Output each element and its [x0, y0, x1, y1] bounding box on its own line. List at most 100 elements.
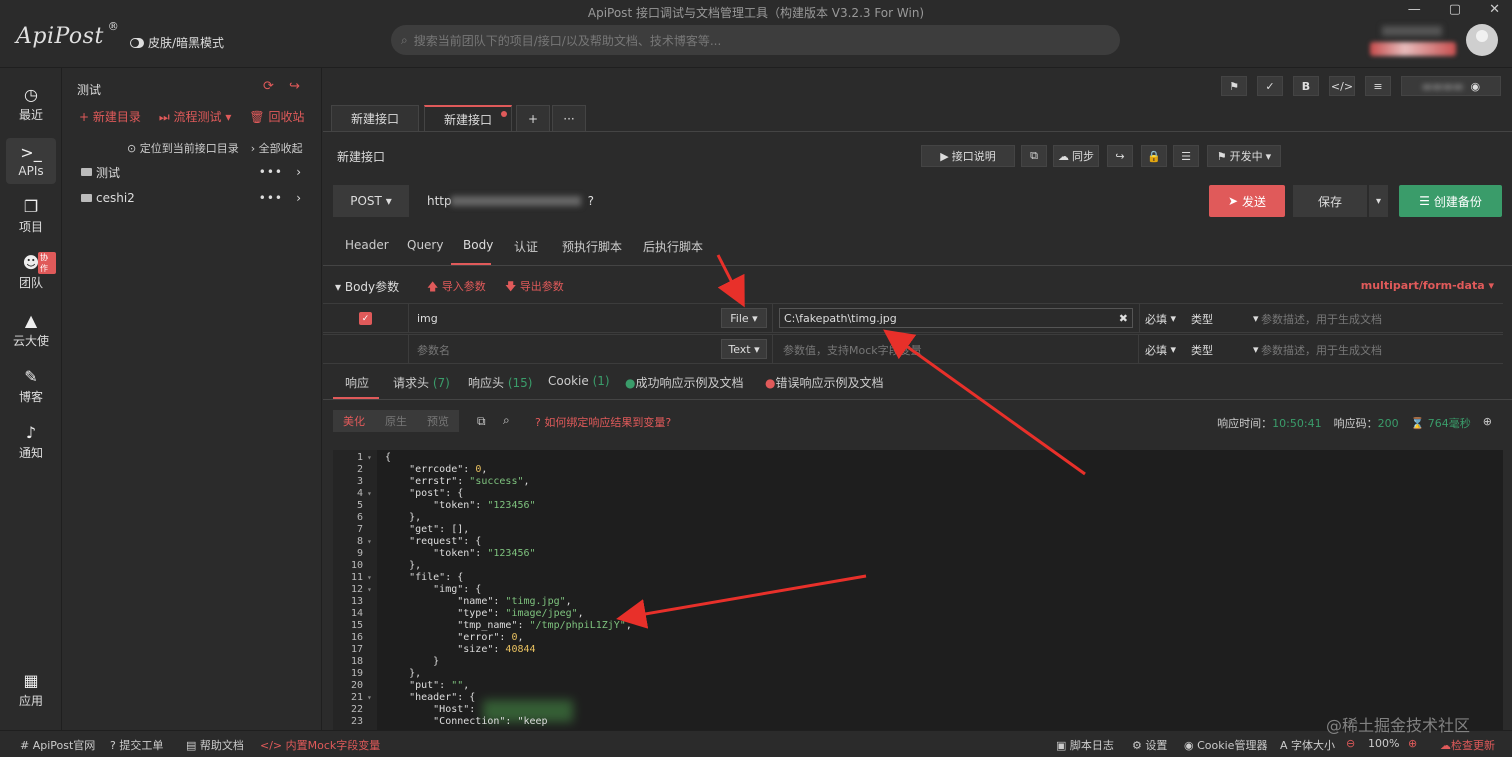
status-dropdown[interactable]: ⚑ 开发中 ▾ [1207, 145, 1281, 167]
nav-ambassador[interactable]: ▲ 云大使 [6, 308, 56, 354]
body-params-toggle[interactable]: ▾ Body参数 [335, 278, 399, 295]
copy-icon[interactable]: ⧉ [477, 414, 486, 429]
bind-hint-link[interactable]: ? 如何绑定响应结果到变量? [535, 414, 671, 430]
fold-icon[interactable]: ▾ [367, 488, 372, 500]
param-key-input[interactable]: img [409, 304, 773, 333]
close-icon[interactable]: ✕ [1489, 2, 1500, 17]
nav-notify[interactable]: ♪ 通知 [6, 420, 56, 466]
resp-tab-cookie[interactable]: Cookie (1) [548, 374, 610, 388]
param-type-select[interactable]: Text ▾ [721, 339, 767, 359]
param-desc-input[interactable]: 参数描述，用于生成文档 [1261, 335, 1501, 364]
toolbar-blurred-field[interactable]: ▬▬▬▬ ◉ [1401, 76, 1501, 96]
fold-icon[interactable]: ▾ [367, 584, 372, 596]
recycle-button[interactable]: 🗑 回收站 [249, 108, 304, 125]
more-tabs-button[interactable]: ··· [552, 105, 586, 131]
save-button[interactable]: 保存 [1293, 185, 1367, 217]
toolbar-flag-icon[interactable]: ⚑ [1221, 76, 1247, 96]
share-icon[interactable]: ↪ [1107, 145, 1133, 167]
download-icon[interactable]: ⊕ [1483, 415, 1492, 431]
subtab-prescript[interactable]: 预执行脚本 [562, 238, 622, 255]
global-search-input[interactable]: ⌕ 搜索当前团队下的项目/接口/以及帮助文档、技术博客等... [391, 25, 1120, 55]
subtab-body[interactable]: Body [463, 238, 493, 252]
form-type-select[interactable]: multipart/form-data ▾ [1361, 279, 1494, 292]
method-select[interactable]: POST ▾ [333, 185, 409, 217]
avatar[interactable] [1466, 24, 1498, 56]
resp-tab-success-example[interactable]: ●成功响应示例及文档 [625, 374, 744, 391]
chevron-right-icon[interactable]: › [296, 165, 301, 179]
nav-recent[interactable]: ◷ 最近 [6, 82, 56, 128]
request-tab[interactable]: 新建接口 [331, 105, 419, 131]
zoom-out-icon[interactable]: ⊖ [1346, 737, 1355, 750]
subtab-header[interactable]: Header [345, 238, 389, 252]
subtab-postscript[interactable]: 后执行脚本 [643, 238, 703, 255]
nav-team[interactable]: 协作 ☻ 团队 [6, 250, 56, 296]
copy-icon[interactable]: ⧉ [1021, 145, 1047, 167]
collapse-all-button[interactable]: › 全部收起 [251, 140, 303, 156]
official-site-link[interactable]: # ApiPost官网 [20, 737, 95, 753]
check-update-button[interactable]: ☁检查更新 [1440, 737, 1495, 753]
refresh-icon[interactable]: ⟳ [263, 79, 274, 94]
subtab-query[interactable]: Query [407, 238, 443, 252]
subtab-auth[interactable]: 认证 [514, 238, 538, 255]
ticket-link[interactable]: ? 提交工单 [110, 737, 163, 753]
clear-icon[interactable]: ✖ [1119, 312, 1128, 325]
checkbox-checked[interactable]: ✓ [359, 312, 372, 325]
more-icon[interactable]: ••• [259, 191, 283, 205]
tree-folder[interactable]: 测试 ••• › [81, 162, 303, 182]
view-preview[interactable]: 预览 [417, 413, 459, 429]
request-tab-active[interactable]: 新建接口 [424, 105, 512, 131]
param-value-input[interactable]: 参数值，支持Mock字段变量 [773, 335, 1139, 364]
cookie-manager-button[interactable]: ◉ Cookie管理器 [1184, 737, 1267, 753]
param-type-select[interactable]: File ▾ [721, 308, 767, 328]
resp-tab-req-headers[interactable]: 请求头 (7) [393, 374, 450, 391]
locate-button[interactable]: ⊙ 定位到当前接口目录 [127, 140, 239, 156]
database-icon[interactable]: ☰ [1173, 145, 1199, 167]
doc-button[interactable]: ▶ 接口说明 [921, 145, 1015, 167]
zoom-in-icon[interactable]: ⊕ [1408, 737, 1417, 750]
skin-toggle[interactable]: 皮肤/暗黑模式 [130, 34, 224, 51]
chevron-right-icon[interactable]: › [296, 191, 301, 205]
help-link[interactable]: ▤ 帮助文档 [186, 737, 244, 753]
required-select[interactable]: 必填 ▾ [1145, 335, 1189, 364]
fold-icon[interactable]: ▾ [367, 452, 372, 464]
new-dir-button[interactable]: + 新建目录 [79, 108, 141, 125]
search-icon[interactable]: ⌕ [503, 413, 510, 428]
fold-icon[interactable]: ▾ [367, 692, 372, 704]
save-dropdown[interactable]: ▾ [1368, 185, 1388, 217]
more-icon[interactable]: ••• [259, 165, 283, 179]
toolbar-sliders-icon[interactable]: ≡ [1365, 76, 1391, 96]
param-value-input[interactable]: C:\fakepath\timg.jpg ✖ [779, 308, 1133, 328]
settings-button[interactable]: ⚙ 设置 [1132, 737, 1167, 753]
sync-button[interactable]: ☁ 同步 [1053, 145, 1099, 167]
resp-tab-error-example[interactable]: ●错误响应示例及文档 [765, 374, 884, 391]
nav-apis[interactable]: >_ APIs [6, 138, 56, 184]
toolbar-bold-icon[interactable]: B [1293, 76, 1319, 96]
send-button[interactable]: ➤ 发送 [1209, 185, 1285, 217]
maximize-icon[interactable]: ▢ [1449, 2, 1461, 17]
share-icon[interactable]: ↪ [289, 79, 300, 94]
lock-icon[interactable]: 🔒 [1141, 145, 1167, 167]
required-select[interactable]: 必填 ▾ [1145, 304, 1189, 333]
resp-tab-resp-headers[interactable]: 响应头 (15) [468, 374, 532, 391]
script-log-button[interactable]: ▣ 脚本日志 [1056, 737, 1114, 753]
nav-blog[interactable]: ✎ 博客 [6, 364, 56, 410]
view-raw[interactable]: 原生 [375, 413, 417, 429]
resp-tab-response[interactable]: 响应 [345, 374, 369, 391]
toolbar-brush-icon[interactable]: ✓ [1257, 76, 1283, 96]
view-pretty[interactable]: 美化 [333, 413, 375, 429]
fold-icon[interactable]: ▾ [367, 572, 372, 584]
nav-projects[interactable]: ❐ 项目 [6, 194, 56, 240]
import-params-button[interactable]: 🡅 导入参数 [427, 278, 486, 297]
minimize-icon[interactable]: — [1408, 2, 1421, 17]
backup-button[interactable]: ☰ 创建备份 [1399, 185, 1502, 217]
param-key-input[interactable]: 参数名 [409, 335, 773, 364]
response-editor[interactable]: 1 ▾ {2 "errcode": 0, 3 "errstr": "success",… [333, 450, 1503, 730]
value-type-select[interactable]: 类型 ▾ [1191, 335, 1261, 364]
add-tab-button[interactable]: + [516, 105, 550, 131]
fold-icon[interactable]: ▾ [367, 536, 372, 548]
value-type-select[interactable]: 类型 ▾ [1191, 304, 1261, 333]
export-params-button[interactable]: 🡇 导出参数 [505, 278, 564, 297]
flow-test-button[interactable]: ⏭ 流程测试 ▾ [159, 108, 231, 125]
toolbar-code-icon[interactable]: </> [1329, 76, 1355, 96]
tree-folder[interactable]: ceshi2 ••• › [81, 188, 303, 208]
